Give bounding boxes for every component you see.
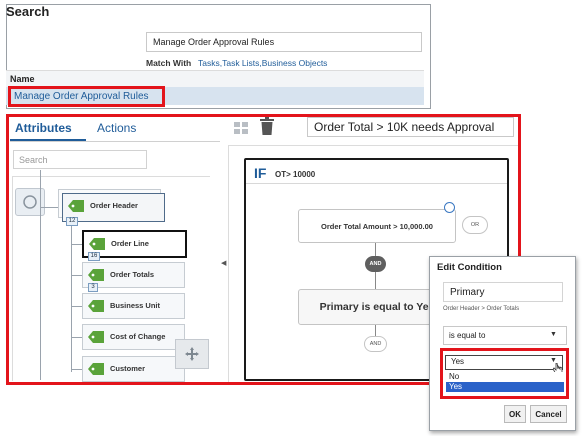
tree-connector (71, 369, 82, 370)
if-label: IF (254, 165, 267, 181)
collapse-panel-icon[interactable]: ◀ (221, 259, 228, 269)
tree-node-cost-of-change[interactable]: Cost of Change (82, 324, 185, 350)
add-and-button[interactable]: AND (364, 336, 387, 352)
result-highlight-box (8, 86, 165, 107)
condition-handle[interactable] (444, 202, 455, 213)
move-icon[interactable] (175, 339, 209, 369)
tag-icon (68, 200, 84, 214)
dialog-title: Edit Condition (437, 262, 502, 273)
count-badge: 3 (88, 283, 98, 292)
tree-connector (71, 275, 82, 276)
tag-icon (88, 269, 104, 283)
attribute-path: Order Header > Order Totals (443, 306, 520, 312)
tree-node-business-unit[interactable]: Business Unit (82, 293, 185, 319)
tree-connector (40, 170, 41, 380)
connector-line (375, 243, 376, 257)
operator-select[interactable]: is equal to (443, 326, 567, 345)
tag-icon (89, 238, 105, 252)
attribute-field[interactable]: Primary (443, 282, 563, 302)
search-title: Search (6, 4, 50, 19)
tag-icon (88, 331, 104, 345)
tree-node-label: Order Line (111, 239, 149, 248)
tab-attributes[interactable]: Attributes (15, 121, 72, 135)
count-badge: 12 (66, 217, 78, 226)
tag-icon (88, 300, 104, 314)
rule-name-field[interactable]: Order Total > 10K needs Approval (307, 117, 514, 137)
tree-connector (71, 337, 82, 338)
if-condition-name: OT> 10000 (275, 170, 316, 179)
count-badge: 16 (88, 252, 100, 261)
tree-connector (71, 306, 82, 307)
chevron-down-icon[interactable]: ▼ (550, 331, 557, 338)
ok-button[interactable]: OK (504, 405, 526, 423)
tree-node-label: Customer (110, 364, 146, 373)
condition-order-total[interactable]: Order Total Amount > 10,000.00 (298, 209, 456, 243)
dropdown-option-yes[interactable]: Yes (446, 382, 564, 392)
dropdown-option-no[interactable]: No (446, 372, 564, 382)
trash-icon[interactable] (259, 117, 275, 140)
grid-view-icon[interactable] (234, 121, 248, 139)
connector-line (375, 272, 376, 289)
tag-icon (88, 363, 104, 377)
if-divider (246, 183, 507, 184)
match-with-values[interactable]: Tasks,Task Lists,Business Objects (198, 58, 327, 68)
tab-actions[interactable]: Actions (97, 121, 136, 135)
and-button[interactable]: AND (365, 256, 386, 272)
attribute-search-input[interactable]: Search (13, 150, 147, 169)
match-with-label: Match With (146, 58, 192, 68)
tabs-divider (10, 141, 220, 142)
tree-connector (71, 244, 82, 245)
tree-node-customer[interactable]: Customer (82, 356, 185, 382)
cancel-button[interactable]: Cancel (530, 405, 567, 423)
tree-node-label: Order Totals (110, 270, 155, 279)
name-column-header: Name (6, 70, 424, 87)
or-button[interactable]: OR (462, 216, 488, 234)
tree-node-label: Cost of Change (110, 332, 166, 341)
search-query-field[interactable]: Manage Order Approval Rules (146, 32, 422, 52)
tree-node-label: Order Header (90, 201, 138, 210)
value-select[interactable]: Yes (445, 355, 563, 370)
tree-node-label: Business Unit (110, 301, 161, 310)
